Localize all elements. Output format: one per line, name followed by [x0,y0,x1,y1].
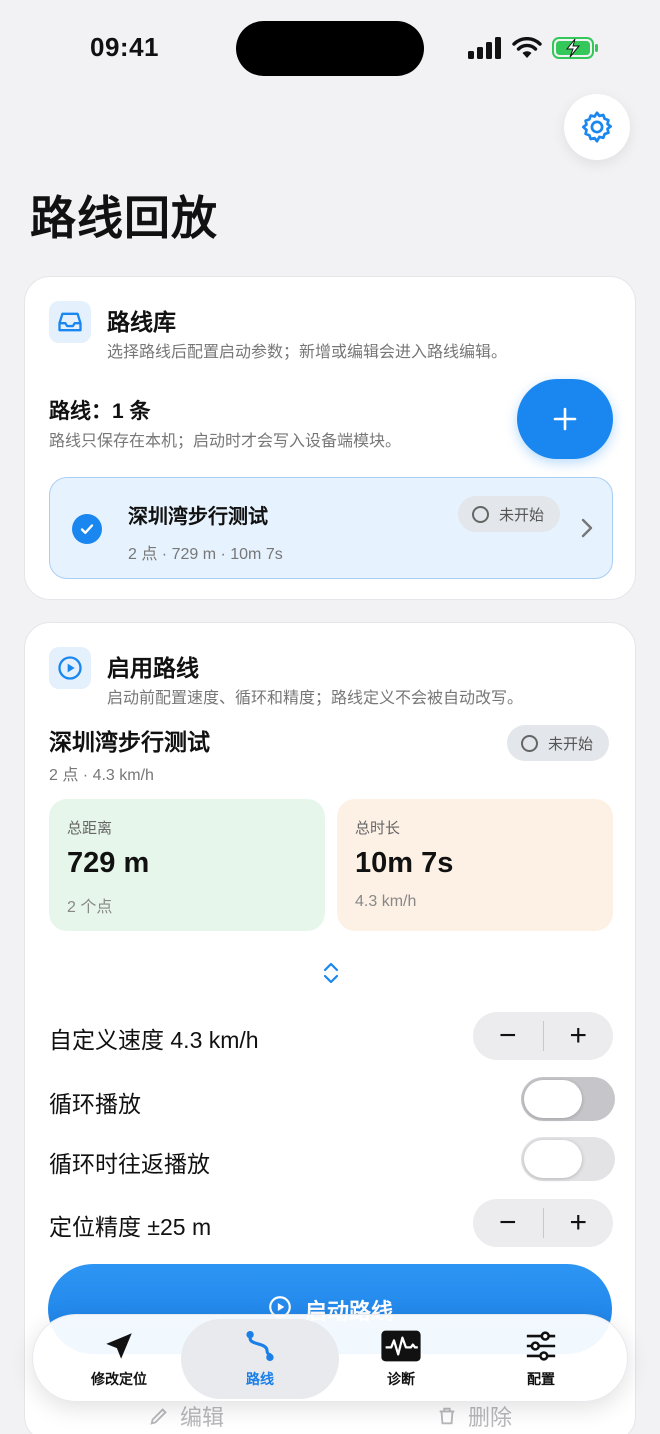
accuracy-increment-button[interactable]: + [544,1199,614,1247]
battery-charging-icon [552,37,598,59]
add-route-button[interactable] [517,379,613,459]
stat-value: 729 m [67,847,150,879]
cellular-signal-icon [468,37,501,59]
status-ring-icon [472,505,489,523]
total-distance-tile: 总距离 729 m 2 个点 [49,799,325,931]
stat-value: 10m 7s [355,847,454,879]
inbox-icon [49,301,91,343]
loop-toggle[interactable] [521,1077,615,1121]
route-icon [246,1330,274,1362]
tab-config[interactable]: 配置 [495,1315,587,1403]
enable-subtitle: 启动前配置速度、循环和精度；路线定义不会被自动改写。 [107,690,524,707]
speed-decrement-button[interactable]: − [473,1012,543,1060]
active-route-meta: 2 点 · 4.3 km/h [49,767,154,784]
active-route-status-text: 未开始 [548,735,594,753]
active-route-name: 深圳湾步行测试 [49,729,210,755]
loop-label: 循环播放 [49,1091,141,1117]
location-arrow-icon [106,1333,132,1359]
active-route-status-badge: 未开始 [507,725,610,761]
tab-label: 修改定位 [91,1371,147,1387]
pingpong-label: 循环时往返播放 [49,1151,210,1177]
stat-sub: 4.3 km/h [355,893,417,910]
accuracy-stepper: − + [473,1199,613,1247]
enable-title: 启用路线 [107,655,199,681]
gear-icon [582,111,612,143]
route-library-card: 路线库 选择路线后配置启动参数；新增或编辑会进入路线编辑。 路线：1 条 路线只… [24,276,636,600]
route-status-badge: 未开始 [458,496,561,532]
stat-label: 总时长 [355,820,401,837]
route-status-text: 未开始 [499,506,545,524]
expand-chevrons-icon[interactable] [321,961,341,985]
total-duration-tile: 总时长 10m 7s 4.3 km/h [337,799,613,931]
route-note: 路线只保存在本机；启动时才会写入设备端模块。 [49,433,402,450]
route-list-item[interactable]: 深圳湾步行测试 2 点 · 729 m · 10m 7s 未开始 [49,477,613,579]
library-subtitle: 选择路线后配置启动参数；新增或编辑会进入路线编辑。 [107,344,508,361]
status-time: 09:41 [90,32,159,62]
library-title: 路线库 [107,309,176,335]
wifi-icon [512,37,542,58]
trash-icon [439,1407,455,1425]
dynamic-island [236,21,424,76]
edit-route-label: 编辑 [180,1405,225,1430]
speed-stepper: − + [473,1012,613,1060]
pingpong-toggle[interactable] [521,1137,615,1181]
settings-button[interactable] [564,94,630,160]
pencil-icon [150,1408,167,1425]
play-circle-icon [49,647,91,689]
status-bar: 09:41 [0,0,660,96]
delete-route-button[interactable]: 删除 [436,1400,512,1432]
route-name: 深圳湾步行测试 [128,506,268,528]
tab-modify-location[interactable]: 修改定位 [73,1315,165,1403]
stat-label: 总距离 [67,820,113,837]
page-title: 路线回放 [30,192,218,244]
status-icons [468,36,600,60]
delete-route-label: 删除 [468,1405,513,1430]
status-ring-icon [521,734,538,752]
stat-sub: 2 个点 [67,899,113,916]
accuracy-label: 定位精度 ±25 m [49,1214,212,1240]
tab-label: 诊断 [387,1371,415,1387]
accuracy-decrement-button[interactable]: − [473,1199,543,1247]
route-meta: 2 点 · 729 m · 10m 7s [128,546,283,563]
pulse-icon [381,1330,421,1362]
route-count: 路线：1 条 [49,400,151,423]
selected-check-icon[interactable] [72,514,102,544]
tab-routes[interactable]: 路线 [213,1315,307,1403]
tab-label: 配置 [527,1371,555,1387]
edit-route-button[interactable]: 编辑 [148,1400,224,1432]
tab-bar: 修改定位 路线 诊断 配置 [32,1314,628,1402]
tab-label: 路线 [246,1371,274,1387]
plus-icon [553,407,577,431]
sliders-icon [526,1331,556,1361]
tab-diagnostics[interactable]: 诊断 [355,1315,447,1403]
chevron-right-icon [581,518,593,538]
speed-increment-button[interactable]: + [544,1012,614,1060]
custom-speed-label: 自定义速度 4.3 km/h [49,1027,259,1053]
